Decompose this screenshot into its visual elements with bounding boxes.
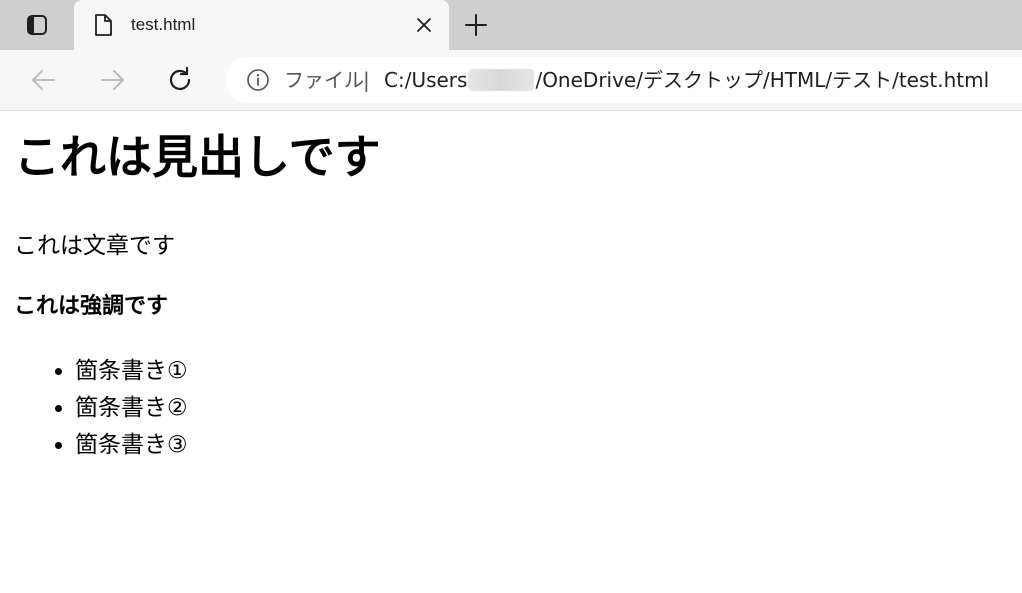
file-icon: [95, 14, 112, 36]
redacted-username: [468, 69, 535, 91]
tab-actions-icon: [27, 15, 47, 35]
close-icon: [417, 18, 431, 32]
address-separator: |: [363, 68, 370, 92]
page-content: これは見出しです これは文章です これは強調です 箇条書き① 箇条書き② 箇条書…: [14, 111, 1004, 464]
refresh-icon: [169, 66, 191, 90]
plus-icon: [465, 14, 487, 36]
tab-title: test.html: [131, 15, 196, 34]
forward-button[interactable]: [96, 63, 130, 97]
browser-tab[interactable]: test.html: [74, 0, 449, 50]
back-button[interactable]: [26, 63, 60, 97]
url-prefix: C:/Users: [384, 68, 468, 92]
info-icon[interactable]: [246, 68, 270, 92]
list-item: 箇条書き③: [75, 427, 1004, 464]
url-suffix: /OneDrive/デスクトップ/HTML/テスト/test.html: [535, 68, 990, 92]
address-bar[interactable]: ファイル | C:/Users /OneDrive/デスクトップ/HTML/テス…: [226, 57, 1022, 103]
page-paragraph: これは文章です: [14, 233, 175, 259]
tab-close-button[interactable]: [412, 13, 436, 37]
url-text[interactable]: C:/Users /OneDrive/デスクトップ/HTML/テスト/test.…: [384, 67, 989, 93]
new-tab-button[interactable]: [461, 11, 491, 39]
page-emphasis: これは強調です: [14, 294, 169, 319]
list-item: 箇条書き②: [75, 390, 1004, 427]
back-arrow-icon: [32, 70, 55, 90]
tab-actions-button[interactable]: [0, 0, 74, 50]
file-scheme-label: ファイル: [284, 68, 364, 92]
refresh-button[interactable]: [163, 63, 197, 97]
bullet-list: 箇条書き① 箇条書き② 箇条書き③: [14, 353, 1004, 464]
list-item: 箇条書き①: [75, 353, 1004, 390]
tab-strip: test.html: [0, 0, 1022, 50]
forward-arrow-icon: [101, 70, 124, 90]
browser-toolbar: ファイル | C:/Users /OneDrive/デスクトップ/HTML/テス…: [0, 50, 1022, 111]
page-heading: これは見出しです: [14, 130, 381, 184]
